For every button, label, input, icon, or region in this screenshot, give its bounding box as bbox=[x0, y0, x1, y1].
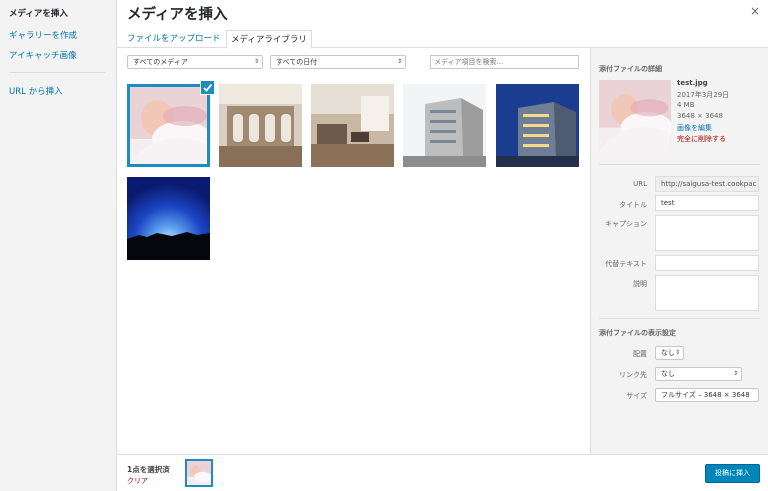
date-filter-value: すべての日付 bbox=[276, 58, 318, 66]
select-arrows-icon: ⇕ bbox=[253, 58, 259, 65]
attachment-building-day-photo[interactable] bbox=[403, 84, 486, 167]
tab-upload-files[interactable]: ファイルをアップロード bbox=[123, 30, 225, 48]
attachment-building-night-photo[interactable] bbox=[496, 84, 579, 167]
attachment-baby-photo[interactable] bbox=[127, 84, 210, 167]
menu-insert-from-url[interactable]: URL から挿入 bbox=[9, 85, 63, 97]
alignment-value: なし bbox=[661, 349, 675, 357]
frame-title: メディアを挿入 bbox=[127, 7, 228, 23]
date-filter[interactable]: すべての日付 ⇕ bbox=[270, 55, 406, 69]
title-field[interactable]: test bbox=[655, 195, 759, 211]
url-field[interactable]: http://saigusa-test.cookpac bbox=[655, 176, 759, 192]
baby-photo-image bbox=[127, 84, 210, 167]
caption-field[interactable] bbox=[655, 215, 759, 251]
sunset-photo-image bbox=[127, 177, 210, 260]
sidebar-divider bbox=[599, 318, 760, 319]
attachment-sunset-photo[interactable] bbox=[127, 177, 210, 260]
alignment-label: 配置 bbox=[633, 350, 647, 358]
building-night-photo-image bbox=[496, 84, 579, 167]
lobby-photo-image bbox=[219, 84, 302, 167]
size-value: フルサイズ – 3648 × 3648 bbox=[661, 391, 750, 399]
attachment-filesize: 4 MB bbox=[677, 101, 695, 109]
link-to-value: なし bbox=[661, 370, 675, 378]
menu-title: メディアを挿入 bbox=[9, 9, 68, 19]
attachment-living-room-photo[interactable] bbox=[311, 84, 394, 167]
selection-count: 1点を選択済 bbox=[127, 465, 170, 474]
menu-featured-image[interactable]: アイキャッチ画像 bbox=[9, 49, 77, 61]
attachment-details-heading: 添付ファイルの詳細 bbox=[599, 65, 662, 73]
clear-selection-link[interactable]: クリア bbox=[127, 476, 148, 486]
alt-text-label: 代替テキスト bbox=[605, 260, 647, 268]
menu-separator bbox=[9, 72, 105, 73]
media-menu: メディアを挿入 ギャラリーを作成 アイキャッチ画像 URL から挿入 bbox=[0, 0, 117, 491]
size-label: サイズ bbox=[626, 392, 647, 400]
select-arrows-icon: ⇕ bbox=[396, 58, 402, 65]
link-to-label: リンク先 bbox=[619, 371, 647, 379]
description-label: 説明 bbox=[633, 280, 647, 288]
title-label: タイトル bbox=[619, 201, 647, 209]
attachment-preview-thumbnail bbox=[599, 80, 671, 152]
attachment-date: 2017年3月29日 bbox=[677, 91, 730, 99]
media-type-filter[interactable]: すべてのメディア ⇕ bbox=[127, 55, 263, 69]
url-label: URL bbox=[633, 180, 647, 188]
size-select[interactable]: フルサイズ – 3648 × 3648 bbox=[655, 388, 759, 402]
living-room-photo-image bbox=[311, 84, 394, 167]
attachment-dimensions: 3648 × 3648 bbox=[677, 112, 723, 120]
attachment-lobby-photo[interactable] bbox=[219, 84, 302, 167]
link-to-select[interactable]: なし ⇕ bbox=[655, 367, 742, 381]
selected-check-icon[interactable] bbox=[200, 80, 215, 95]
alt-text-field[interactable] bbox=[655, 255, 759, 271]
building-day-photo-image bbox=[403, 84, 486, 167]
tab-media-library[interactable]: メディアライブラリ bbox=[226, 30, 312, 49]
select-arrows-icon: ⇕ bbox=[674, 349, 680, 356]
media-search-input[interactable] bbox=[430, 55, 579, 69]
caption-label: キャプション bbox=[605, 220, 647, 228]
media-toolbar-footer bbox=[117, 454, 768, 491]
menu-create-gallery[interactable]: ギャラリーを作成 bbox=[9, 29, 77, 41]
delete-permanently-link[interactable]: 完全に削除する bbox=[677, 134, 726, 144]
attachment-filename: test.jpg bbox=[677, 79, 708, 87]
edit-image-link[interactable]: 画像を編集 bbox=[677, 123, 712, 133]
media-type-filter-value: すべてのメディア bbox=[133, 58, 188, 66]
close-icon[interactable]: × bbox=[749, 5, 761, 17]
sidebar-divider bbox=[599, 164, 760, 165]
select-arrows-icon: ⇕ bbox=[732, 370, 738, 377]
insert-into-post-button[interactable]: 投稿に挿入 bbox=[705, 464, 760, 483]
description-field[interactable] bbox=[655, 275, 759, 311]
selection-thumbnail[interactable] bbox=[185, 459, 213, 487]
alignment-select[interactable]: なし ⇕ bbox=[655, 346, 684, 360]
display-settings-heading: 添付ファイルの表示設定 bbox=[599, 329, 676, 337]
router-tabs: ファイルをアップロード メディアライブラリ bbox=[117, 26, 768, 49]
